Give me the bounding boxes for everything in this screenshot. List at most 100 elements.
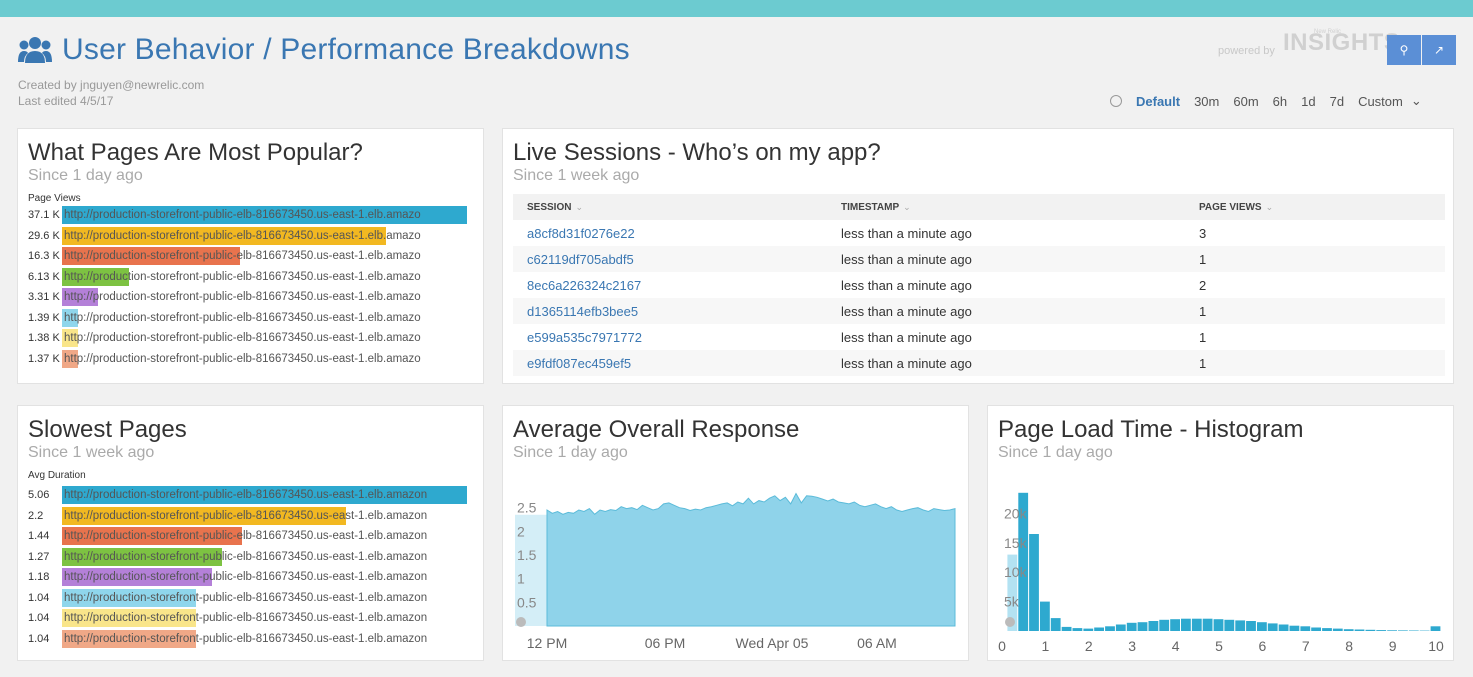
column-header-timestamp[interactable]: TIMESTAMP ⌄ — [827, 194, 1185, 220]
bar-row[interactable]: 1.04 http://production-storefront-public-… — [28, 588, 467, 607]
bar-row[interactable]: 1.04 http://production-storefront-public-… — [28, 609, 467, 627]
page-title: User Behavior / Performance Breakdowns — [62, 33, 630, 66]
histogram-bar — [1354, 629, 1365, 631]
bar-row[interactable]: 29.6 K http://production-storefront-publi… — [28, 226, 467, 245]
bar-row[interactable]: 1.04 http://production-storefront-public-… — [28, 629, 467, 648]
bar-row[interactable]: 2.2 http://production-storefront-public-e… — [28, 506, 467, 525]
compress-icon: ↗ — [1433, 43, 1445, 57]
page-url: http://production-storefront-public-elb-… — [64, 311, 421, 324]
time-option-default[interactable]: Default — [1136, 94, 1180, 109]
y-tick-label: 1 — [517, 571, 525, 587]
bar-track: http://production-storefront-public-elb-… — [62, 288, 467, 306]
bar-value: 1.38 K — [28, 332, 60, 344]
chevron-down-icon: ⌄ — [903, 201, 911, 212]
time-options: Default 30m 60m 6h 1d 7d Custom — [1136, 94, 1417, 109]
table-row: 8ec6a226324c2167 less than a minute ago 2 — [513, 272, 1445, 298]
time-option-6h[interactable]: 6h — [1273, 94, 1287, 109]
bar-track: http://production-storefront-public-elb-… — [62, 247, 467, 265]
table-header-row: SESSION ⌄ TIMESTAMP ⌄ PAGE VIEWS ⌄ — [513, 194, 1445, 220]
table-row: a8cf8d31f0276e22 less than a minute ago 3 — [513, 220, 1445, 246]
bar-value: 6.13 K — [28, 270, 60, 283]
card-subtitle: Since 1 day ago — [998, 444, 1113, 461]
metric-label: Avg Duration — [28, 470, 86, 481]
created-by: Created by jnguyen@newrelic.com — [18, 78, 205, 92]
bar-row[interactable]: 1.39 K http://production-storefront-publi… — [28, 308, 467, 327]
bar-row[interactable]: 3.31 K http://production-storefront-publi… — [28, 288, 467, 306]
y-tick-label: 5k — [1004, 594, 1020, 610]
bar-value: 1.04 — [28, 632, 50, 645]
bar-row[interactable]: 37.1 K http://production-storefront-publi… — [28, 206, 467, 224]
column-header-page-views[interactable]: PAGE VIEWS ⌄ — [1185, 194, 1445, 220]
histogram-bar — [1246, 621, 1256, 631]
insights-logo: INSIGHTS — [1283, 29, 1401, 56]
session-id-link[interactable]: e9fdf087ec459ef5 — [513, 350, 827, 376]
powered-by-text: powered by — [1218, 45, 1275, 57]
page-url: http://production-storefront-public-elb-… — [64, 509, 428, 522]
page-url: http://production-storefront-public-elb-… — [64, 550, 428, 563]
card-title: Slowest Pages — [28, 416, 187, 443]
histogram-bar — [1376, 630, 1387, 631]
histogram-bar — [1072, 628, 1083, 631]
metric-label: Page Views — [28, 193, 81, 204]
bar-row[interactable]: 1.44 http://production-storefront-public-… — [28, 527, 467, 545]
bar-track: http://production-storefront-public-elb-… — [62, 486, 467, 504]
bar-value: 3.31 K — [28, 291, 60, 303]
histogram-bar — [1126, 622, 1137, 631]
time-option-custom[interactable]: Custom — [1358, 94, 1403, 109]
histogram-bar — [1398, 630, 1408, 631]
area-series — [546, 492, 956, 627]
bar-row[interactable]: 6.13 K http://production-storefront-publi… — [28, 267, 467, 286]
session-id-link[interactable]: c62119df705abdf5 — [513, 246, 827, 272]
session-id-link[interactable]: a8cf8d31f0276e22 — [513, 220, 827, 246]
x-tick-label: 4 — [1172, 638, 1180, 654]
lightbulb-button[interactable]: ⚲ — [1387, 35, 1421, 65]
histogram-bar — [1387, 630, 1397, 631]
time-option-7d[interactable]: 7d — [1330, 94, 1344, 109]
bar-track: http://production-storefront-public-elb-… — [62, 527, 467, 545]
bar-row[interactable]: 1.38 K http://production-storefront-publi… — [28, 329, 467, 347]
bar-track: http://production-storefront-public-elb-… — [62, 568, 467, 586]
time-option-60m[interactable]: 60m — [1233, 94, 1258, 109]
bar-value: 1.27 — [28, 550, 50, 563]
bar-track: http://production-storefront-public-elb-… — [62, 226, 467, 245]
column-header-session[interactable]: SESSION ⌄ — [513, 194, 827, 220]
bar-track: http://production-storefront-public-elb-… — [62, 308, 467, 327]
page-url: http://production-storefront-public-elb-… — [64, 571, 428, 583]
time-option-1d[interactable]: 1d — [1301, 94, 1315, 109]
time-option-30m[interactable]: 30m — [1194, 94, 1219, 109]
bar-row[interactable]: 5.06 http://production-storefront-public-… — [28, 486, 467, 504]
bar-track: http://production-storefront-public-elb-… — [62, 547, 467, 566]
table-row: c62119df705abdf5 less than a minute ago 1 — [513, 246, 1445, 272]
histogram-bar — [1105, 626, 1115, 631]
page-url: http://production-storefront-public-elb-… — [64, 352, 421, 365]
bar-value: 1.44 — [28, 530, 50, 542]
histogram-bar — [1094, 627, 1104, 631]
y-tick-label: 20k — [1004, 505, 1028, 521]
bar-row[interactable]: 16.3 K http://production-storefront-publi… — [28, 247, 467, 265]
bar-value: 1.37 K — [28, 352, 60, 365]
chevron-down-icon[interactable]: ⌄ — [1411, 93, 1422, 109]
page-url: http://production-storefront-public-elb-… — [64, 489, 428, 501]
histogram-bar — [1191, 618, 1202, 631]
bar-value: 29.6 K — [28, 229, 60, 242]
bar-row[interactable]: 1.27 http://production-storefront-public-… — [28, 547, 467, 566]
histogram-bar — [1257, 622, 1267, 631]
table-row: e599a535c7971772 less than a minute ago 1 — [513, 324, 1445, 350]
session-id-link[interactable]: d1365114efb3bee5 — [513, 298, 827, 324]
last-edited: Last edited 4/5/17 — [18, 94, 114, 108]
fullscreen-button[interactable]: ↗ — [1422, 35, 1456, 65]
bar-row[interactable]: 1.18 http://production-storefront-public-… — [28, 568, 467, 586]
bar-value: 5.06 — [28, 489, 50, 501]
y-tick-label: 1.5 — [517, 547, 537, 563]
session-id-link[interactable]: 8ec6a226324c2167 — [513, 272, 827, 298]
histogram-bar — [1148, 621, 1159, 631]
bar-row[interactable]: 1.37 K http://production-storefront-publi… — [28, 349, 467, 368]
session-id-link[interactable]: e599a535c7971772 — [513, 324, 827, 350]
x-tick-label: 2 — [1085, 638, 1093, 654]
histogram-bar — [1430, 626, 1441, 631]
card-title: Page Load Time - Histogram — [998, 416, 1304, 443]
x-tick-label: 12 PM — [527, 635, 567, 651]
histogram-card: Page Load Time - Histogram Since 1 day a… — [987, 405, 1454, 661]
top-accent-bar — [0, 0, 1473, 17]
histogram-bar — [1083, 628, 1094, 631]
